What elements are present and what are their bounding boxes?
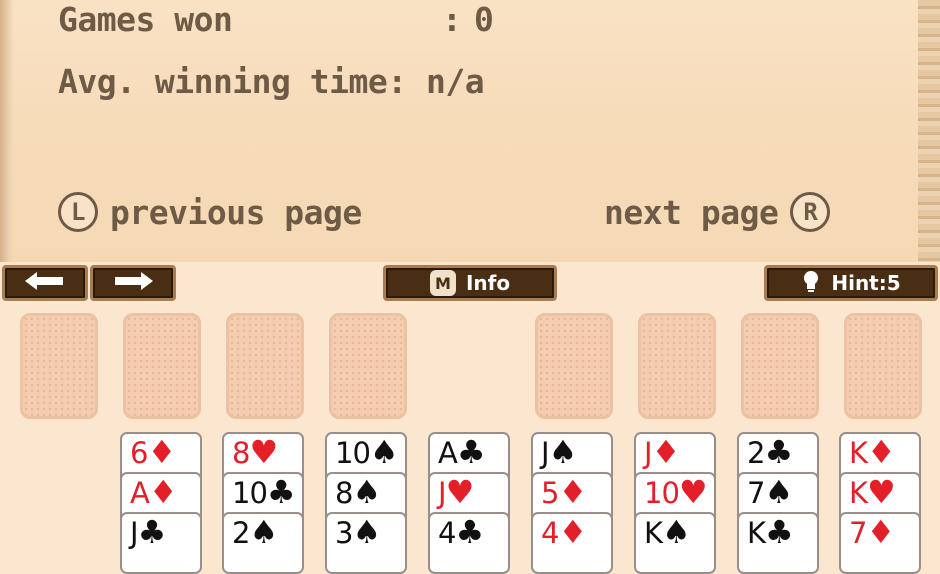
- card-suit-icon: ♦: [867, 433, 896, 471]
- hint-label: Hint:5: [831, 271, 901, 295]
- card-rank: 5: [541, 476, 559, 510]
- card-rank: K: [849, 436, 868, 470]
- card-suit-icon: ♣: [266, 473, 296, 511]
- card-rank: J: [438, 476, 447, 510]
- playing-card[interactable]: 4♦: [531, 512, 613, 574]
- previous-page-label: previous page: [110, 192, 362, 232]
- undo-button[interactable]: [2, 265, 88, 301]
- card-rank: A: [130, 476, 150, 510]
- m-button-icon: M: [429, 270, 456, 296]
- card-suit-icon: ♣: [455, 513, 484, 551]
- info-label: Info: [465, 271, 511, 295]
- free-cell-3[interactable]: [226, 313, 304, 419]
- card-rank: K: [849, 476, 868, 510]
- card-suit-icon: ♣: [137, 513, 167, 551]
- card-suit-icon: ♠: [352, 513, 381, 551]
- toolbar: M Info Hint:5: [0, 262, 940, 306]
- card-suit-icon: ♠: [249, 513, 278, 551]
- free-cell-2[interactable]: [123, 313, 201, 419]
- card-suit-icon: ♣: [765, 513, 794, 551]
- card-rank: 8: [335, 476, 353, 510]
- free-cell-1[interactable]: [20, 313, 98, 419]
- card-rank: 2: [747, 436, 765, 470]
- card-rank: J: [644, 436, 653, 470]
- stats-page: Games won : 0 Avg. winning time: n/a L p…: [0, 0, 940, 262]
- card-rank: K: [747, 516, 766, 550]
- card-suit-icon: ♦: [651, 433, 681, 471]
- card-suit-icon: ♠: [764, 473, 793, 511]
- redo-button[interactable]: [90, 265, 176, 301]
- card-suit-icon: ♦: [147, 433, 176, 471]
- previous-page-button[interactable]: L previous page: [58, 192, 362, 232]
- card-rank: 10: [644, 476, 680, 510]
- card-suit-icon: ♦: [558, 473, 587, 511]
- free-cell-4[interactable]: [329, 313, 407, 419]
- card-suit-icon: ♥: [678, 473, 708, 511]
- avg-time-value: n/a: [426, 62, 485, 101]
- card-rank: 10: [335, 436, 371, 470]
- card-rank: 8: [232, 436, 250, 470]
- games-won-row: Games won : 0: [58, 0, 494, 39]
- games-won-value: 0: [474, 0, 494, 39]
- next-page-label: next page: [604, 192, 779, 232]
- playing-card[interactable]: K♠: [634, 512, 716, 574]
- avg-time-label: Avg. winning time:: [58, 62, 407, 101]
- foundation-4[interactable]: [844, 313, 922, 419]
- playing-card[interactable]: 3♠: [325, 512, 407, 574]
- card-rank: 4: [541, 516, 559, 550]
- card-suit-icon: ♠: [662, 513, 691, 551]
- playing-card[interactable]: 7♦: [839, 512, 921, 574]
- foundation-3[interactable]: [741, 313, 819, 419]
- info-button[interactable]: M Info: [383, 265, 557, 301]
- next-page-button[interactable]: next page R: [604, 192, 831, 232]
- card-suit-icon: ♦: [148, 473, 178, 511]
- games-won-label: Games won: [58, 0, 233, 39]
- card-suit-icon: ♥: [867, 473, 896, 511]
- card-rank: J: [130, 516, 139, 550]
- avg-time-row: Avg. winning time: n/a: [58, 62, 485, 101]
- foundation-2[interactable]: [638, 313, 716, 419]
- card-suit-icon: ♣: [764, 433, 793, 471]
- card-rank: 6: [130, 436, 148, 470]
- foundation-1[interactable]: [535, 313, 613, 419]
- l-button-icon: L: [58, 192, 98, 232]
- card-suit-icon: ♥: [445, 473, 475, 511]
- card-suit-icon: ♠: [352, 473, 381, 511]
- playing-card[interactable]: K♣: [737, 512, 819, 574]
- playing-card[interactable]: 2♠: [222, 512, 304, 574]
- card-rank: 4: [438, 516, 456, 550]
- card-suit-icon: ♠: [548, 433, 578, 471]
- card-rank: 10: [232, 476, 268, 510]
- card-suit-icon: ♦: [866, 513, 895, 551]
- card-rank: J: [541, 436, 550, 470]
- card-suit-icon: ♦: [558, 513, 587, 551]
- card-rank: 7: [747, 476, 765, 510]
- card-suit-icon: ♣: [456, 433, 486, 471]
- card-rank: K: [644, 516, 663, 550]
- redo-arrow-icon: [111, 270, 155, 296]
- card-rank: A: [438, 436, 458, 470]
- hint-button[interactable]: Hint:5: [764, 265, 938, 301]
- playing-card[interactable]: 4♣: [428, 512, 510, 574]
- card-rank: 3: [335, 516, 353, 550]
- card-rank: 7: [849, 516, 867, 550]
- undo-arrow-icon: [23, 270, 67, 296]
- card-suit-icon: ♠: [369, 433, 399, 471]
- playing-card[interactable]: J♣: [120, 512, 202, 574]
- card-rank: 2: [232, 516, 250, 550]
- lightbulb-icon: [801, 269, 821, 297]
- card-suit-icon: ♥: [249, 433, 278, 471]
- r-button-icon: R: [790, 192, 831, 232]
- games-won-separator: :: [442, 0, 462, 39]
